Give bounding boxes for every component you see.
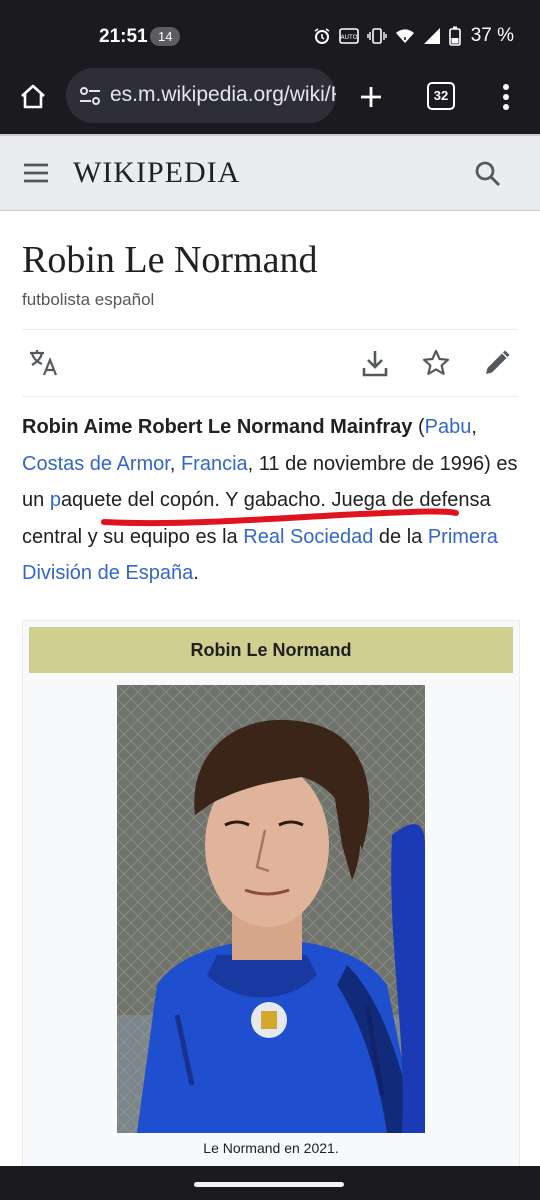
search-icon[interactable] [474,160,502,188]
menu-icon[interactable] [23,162,49,184]
download-icon[interactable] [360,348,390,378]
svg-text:AUTO: AUTO [340,34,357,41]
wikipedia-wordmark[interactable]: WIKIPEDIA [73,156,240,190]
lead-paragraph: Robin Aime Robert Le Normand Mainfray (P… [22,409,522,592]
player-photo[interactable] [117,685,425,1133]
link-francia[interactable]: Francia [181,453,248,475]
star-icon[interactable] [421,348,451,378]
text-fragment: ( [412,416,425,438]
text-fragment: . [193,562,199,584]
url-text: es.m.wikipedia.org/wiki/Robin_Le_Normand [110,83,336,106]
wikipedia-header: WIKIPEDIA [0,134,540,211]
battery-percentage: 37 % [470,25,514,46]
infobox-header: Robin Le Normand [29,627,513,673]
infobox: Robin Le Normand Le Normand en 2021. [22,620,520,1182]
site-settings-icon[interactable] [78,84,102,108]
notification-count-badge: 14 [150,27,181,46]
browser-toolbar: es.m.wikipedia.org/wiki/Robin_Le_Normand… [0,66,540,134]
tab-switcher-button[interactable]: 32 [427,82,455,110]
address-bar[interactable]: es.m.wikipedia.org/wiki/Robin_Le_Normand [66,68,336,123]
home-icon[interactable] [18,82,48,112]
home-gesture-handle[interactable] [194,1182,344,1187]
divider [22,396,518,397]
text-fragment: , [471,416,477,438]
status-icons: AUTO 37 % [313,25,514,47]
more-vert-icon[interactable] [498,82,514,112]
link-vandalized[interactable]: p [50,489,61,511]
bold-name: Robin Aime Robert Le Normand Mainfray [22,416,413,438]
page-subtitle: futbolista español [22,290,155,309]
translate-icon[interactable] [28,348,60,378]
link-costas-de-armor[interactable]: Costas de Armor [22,453,170,475]
status-bar: 21:51 14 AUTO 37 % [0,0,540,66]
auto-brightness-icon: AUTO [338,28,359,44]
text-fragment: , [169,452,181,475]
new-tab-icon[interactable] [356,82,386,112]
battery-icon [448,26,461,46]
alarm-icon [314,28,330,44]
page-title: Robin Le Normand [22,239,318,281]
red-underline-annotation [101,508,459,527]
edit-icon[interactable] [482,348,512,378]
photo-caption: Le Normand en 2021. [203,1140,339,1156]
player-photo-illustration [117,685,425,1133]
link-pabu[interactable]: Pabu [425,416,472,438]
signal-icon [423,28,440,44]
system-navigation-bar [0,1166,540,1200]
clock: 21:51 [99,26,148,47]
wifi-icon [395,29,414,43]
divider [22,329,518,330]
vibrate-icon [366,28,387,44]
